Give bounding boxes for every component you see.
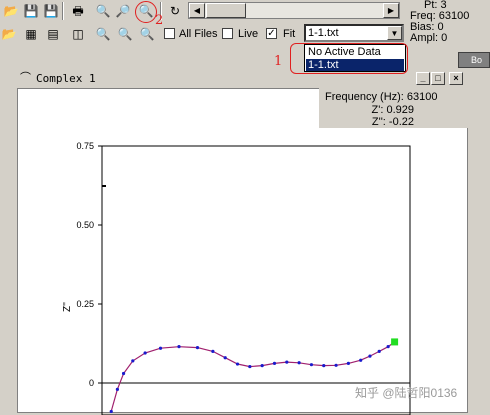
data-point — [377, 349, 381, 353]
data-point — [346, 361, 350, 366]
plot-frame — [101, 145, 411, 415]
data-point — [285, 360, 289, 364]
y-axis-ticks: 0 0.25 0.50 0.75 — [76, 141, 102, 388]
data-point — [109, 409, 113, 414]
annotation-box-1 — [290, 43, 408, 74]
y-tick-label: 0 — [89, 378, 94, 388]
y-tick-label: 0.25 — [76, 299, 94, 309]
data-point — [322, 364, 326, 368]
data-point — [211, 349, 215, 353]
data-point — [248, 364, 252, 369]
data-point — [195, 346, 200, 350]
annotation-number-1: 1 — [274, 54, 283, 69]
complex-plane-plot[interactable]: 0 0.25 0.50 0.75 Z'' — [0, 0, 490, 415]
data-point — [223, 356, 227, 360]
y-axis-label: Z'' — [62, 302, 73, 312]
data-point — [143, 351, 147, 355]
y-tick-label: 0.50 — [76, 220, 94, 230]
watermark: 知乎 @陆哲阳0136 — [355, 386, 458, 400]
data-point — [115, 387, 119, 391]
data-point — [177, 345, 181, 349]
data-point — [121, 371, 126, 376]
series-line — [110, 341, 395, 412]
data-point — [368, 354, 372, 358]
data-point — [297, 361, 301, 365]
highlight-point — [391, 338, 399, 346]
data-point — [386, 345, 390, 349]
cursor-info-panel: Frequency (Hz): 63100 Z': 0.929 Z'': -0.… — [319, 86, 470, 128]
data-point — [131, 359, 135, 363]
data-point — [309, 363, 314, 367]
data-point — [235, 362, 240, 366]
data-point — [359, 358, 363, 362]
data-point — [158, 346, 163, 350]
info-z-imag: Z'': -0.22 — [371, 116, 414, 128]
data-point — [272, 361, 277, 366]
info-frequency: Frequency (Hz): 63100 — [325, 91, 438, 103]
data-point — [334, 363, 338, 367]
y-tick-label: 0.75 — [76, 141, 94, 151]
data-point — [260, 364, 264, 368]
